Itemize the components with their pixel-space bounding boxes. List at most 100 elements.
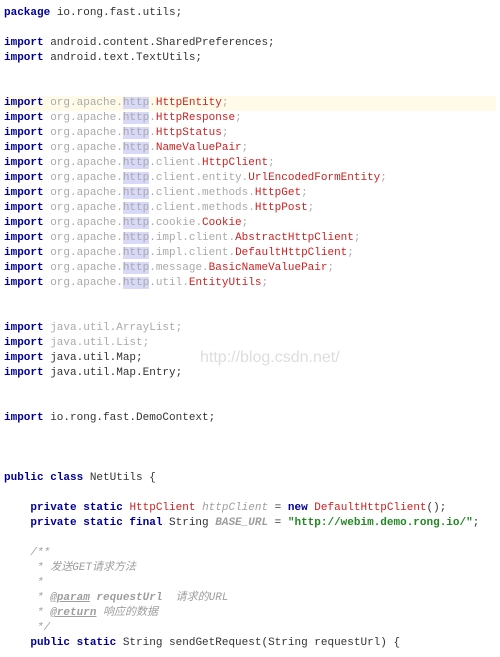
- doc-text: * 发送GET请求方法: [30, 562, 136, 574]
- import-class: Cookie: [202, 217, 242, 229]
- method-decl: public static String sendGetRequest(Stri…: [4, 636, 496, 651]
- import-http-mark: http: [123, 202, 149, 214]
- var: httpClient: [202, 502, 268, 514]
- import-prefix: org.apache.: [44, 262, 123, 274]
- import-tail: ;: [301, 187, 308, 199]
- import-mid: .message.: [149, 262, 208, 274]
- import-http-mark: http: [123, 112, 149, 124]
- import-tail: ;: [242, 142, 249, 154]
- mods: public static: [30, 637, 122, 649]
- import-java-line: import java.util.ArrayList;: [4, 321, 496, 336]
- eq: =: [268, 517, 288, 529]
- kw-import: import: [4, 142, 44, 154]
- method-name: sendGetRequest: [162, 637, 261, 649]
- doc-text: *: [30, 592, 50, 604]
- kw-import: import: [4, 277, 44, 289]
- import-prefix: org.apache.: [44, 172, 123, 184]
- doc-text: */: [30, 622, 50, 634]
- import-tail: ;: [242, 217, 249, 229]
- import-prefix: org.apache.: [44, 157, 123, 169]
- import-apache-line: import org.apache.http.message.BasicName…: [4, 261, 496, 276]
- kw-import: import: [4, 322, 44, 334]
- javadoc-l2: *: [4, 576, 496, 591]
- import-prefix: org.apache.: [44, 187, 123, 199]
- import-class: UrlEncodedFormEntity: [248, 172, 380, 184]
- import-class: HttpPost: [255, 202, 308, 214]
- kw-import: import: [4, 202, 44, 214]
- kw-import: import: [4, 262, 44, 274]
- import-path: java.util.Map;: [44, 352, 143, 364]
- eq: =: [268, 502, 288, 514]
- kw-import: import: [4, 247, 44, 259]
- import-path: android.text.TextUtils;: [44, 52, 202, 64]
- kw-import: import: [4, 367, 44, 379]
- import-mid: .: [149, 142, 156, 154]
- javadoc-open: /**: [4, 546, 496, 561]
- import-http-mark: http: [123, 232, 149, 244]
- doc-text: 请求的URL: [162, 592, 228, 604]
- import-prefix: org.apache.: [44, 247, 123, 259]
- doc-param: requestUrl: [90, 592, 163, 604]
- import-http-mark: http: [123, 262, 149, 274]
- import-mid: .client.methods.: [149, 187, 255, 199]
- tail: ;: [473, 517, 480, 529]
- import-apache-line: import org.apache.http.cookie.Cookie;: [4, 216, 496, 231]
- import-line: import android.content.SharedPreferences…: [4, 36, 496, 51]
- import-java-line: import java.util.List;: [4, 336, 496, 351]
- tail: ();: [427, 502, 447, 514]
- type: HttpClient: [129, 502, 195, 514]
- import-http-mark: http: [123, 97, 149, 109]
- kw-import: import: [4, 97, 44, 109]
- import-tail: ;: [235, 112, 242, 124]
- kw-import: import: [4, 352, 44, 364]
- import-class: HttpGet: [255, 187, 301, 199]
- import-class: NameValuePair: [156, 142, 242, 154]
- import-tail: ;: [261, 277, 268, 289]
- import-apache-line: import org.apache.http.impl.client.Defau…: [4, 246, 496, 261]
- kw-import: import: [4, 172, 44, 184]
- import-prefix: org.apache.: [44, 277, 123, 289]
- import-path: java.util.ArrayList;: [44, 322, 183, 334]
- import-class: EntityUtils: [189, 277, 262, 289]
- type: String: [169, 517, 209, 529]
- kw-package: package: [4, 7, 50, 19]
- import-http-mark: http: [123, 157, 149, 169]
- import-mid: .: [149, 127, 156, 139]
- import-mid: .impl.client.: [149, 232, 235, 244]
- import-apache-line: import org.apache.http.client.methods.Ht…: [4, 186, 496, 201]
- import-http-mark: http: [123, 187, 149, 199]
- var: BASE_URL: [215, 517, 268, 529]
- import-mid: .client.: [149, 157, 202, 169]
- doc-text: *: [30, 577, 43, 589]
- kw-import: import: [4, 52, 44, 64]
- import-class: HttpResponse: [156, 112, 235, 124]
- ctor: DefaultHttpClient: [314, 502, 426, 514]
- import-tail: ;: [380, 172, 387, 184]
- import-prefix: org.apache.: [44, 97, 123, 109]
- import-http-mark: http: [123, 277, 149, 289]
- import-path: java.util.Map.Entry;: [44, 367, 183, 379]
- import-tail: ;: [268, 157, 275, 169]
- import-class: HttpEntity: [156, 97, 222, 109]
- import-prefix: org.apache.: [44, 127, 123, 139]
- import-tail: ;: [222, 127, 229, 139]
- kw-import: import: [4, 232, 44, 244]
- import-apache-line: import org.apache.http.client.entity.Url…: [4, 171, 496, 186]
- kw-import: import: [4, 217, 44, 229]
- doc-text: *: [30, 607, 50, 619]
- import-class: DefaultHttpClient: [235, 247, 347, 259]
- import-prefix: org.apache.: [44, 232, 123, 244]
- import-http-mark: http: [123, 217, 149, 229]
- import-tail: ;: [354, 232, 361, 244]
- import-apache-line: import org.apache.http.HttpResponse;: [4, 111, 496, 126]
- mods: private static final: [30, 517, 169, 529]
- doc-text: 响应的数据: [96, 607, 158, 619]
- field-httpclient: private static HttpClient httpClient = n…: [4, 501, 496, 516]
- import-apache-line: import org.apache.http.client.HttpClient…: [4, 156, 496, 171]
- import-tail: ;: [308, 202, 315, 214]
- import-prefix: org.apache.: [44, 217, 123, 229]
- import-mid: .util.: [149, 277, 189, 289]
- field-baseurl: private static final String BASE_URL = "…: [4, 516, 496, 531]
- class-decl: public class NetUtils {: [4, 471, 496, 486]
- package-path: io.rong.fast.utils;: [50, 7, 182, 19]
